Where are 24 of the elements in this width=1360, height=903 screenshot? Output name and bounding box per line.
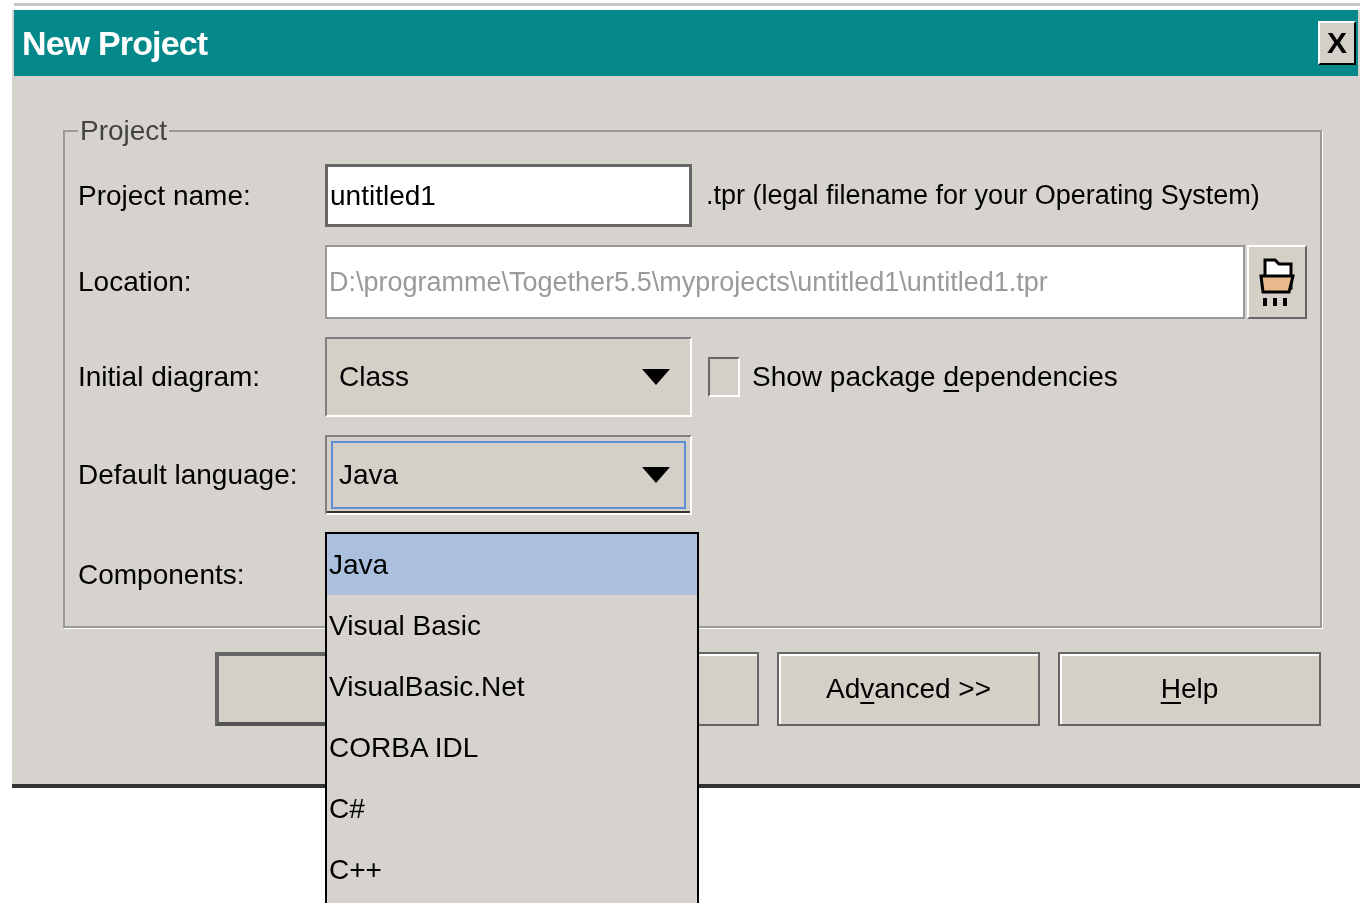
dropdown-option[interactable]: VisualBasic.Net: [327, 656, 697, 717]
field-label: Project name:: [78, 178, 252, 213]
dropdown-arrow-icon: [642, 369, 670, 385]
combo-box[interactable]: Class: [325, 337, 692, 417]
combo-box[interactable]: Java: [325, 435, 692, 515]
field-label: Location:: [78, 265, 193, 299]
dependencies-checkbox[interactable]: Show package dependencies: [708, 356, 1118, 398]
field-label: Components:: [78, 558, 246, 592]
field-label: Initial diagram:: [78, 360, 262, 394]
group-title: Project: [79, 114, 169, 148]
filename-hint: .tpr (legal filename for your Operating System): [706, 179, 1260, 213]
dialog-button[interactable]: Advanced >>: [777, 652, 1040, 726]
dialog-button[interactable]: Help: [1058, 652, 1321, 726]
window-title: New Project: [22, 22, 208, 64]
text-field[interactable]: untitled1: [325, 164, 692, 227]
browse-button[interactable]: [1247, 245, 1307, 319]
field-label: Default language:: [78, 458, 299, 492]
dropdown-option[interactable]: C#: [327, 778, 697, 839]
dropdown-arrow-icon: [642, 467, 670, 483]
dropdown-option[interactable]: C++: [327, 839, 697, 900]
dropdown-option[interactable]: Java: [327, 534, 697, 595]
dropdown-option[interactable]: Visual Basic: [327, 595, 697, 656]
dropdown-option[interactable]: CORBA IDL: [327, 717, 697, 778]
close-button[interactable]: X: [1318, 21, 1356, 65]
